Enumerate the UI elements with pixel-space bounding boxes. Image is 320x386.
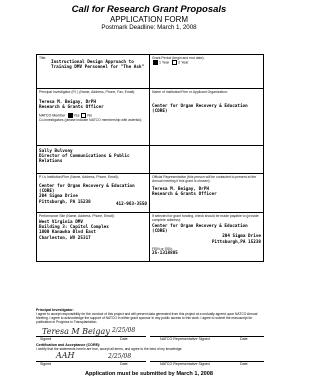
cert-natco-rep-label: NATCO Representative Signed (160, 362, 210, 366)
two-year-label: 2 Year (178, 60, 189, 65)
pi-value[interactable]: Teresa M. Beigay, DrPH Research & Grants… (39, 100, 147, 110)
title-value[interactable]: Instructional Design Approach to Trainin… (39, 60, 147, 70)
official-rep-value[interactable]: Teresa M. Beigay, DrPH Research & Grants… (152, 187, 261, 197)
application-form: Title: Instructional Design Approach to … (36, 54, 264, 262)
institution-cell: Name of Institution/Firm or Applicant Or… (150, 89, 263, 145)
cert-natco-date-label: Date (240, 362, 248, 366)
pi-signature-line (36, 336, 146, 337)
pi-signed-label: Signed (40, 337, 52, 341)
pi-label: Principal Investigator (P.I.) (Name, Add… (39, 90, 136, 94)
form-header: Call for Research Grant Proposals APPLIC… (0, 4, 298, 32)
fiscal-cell: P.I.'s Institution/Firm (Name, Address, … (37, 174, 150, 212)
natco-date-label: Date (240, 337, 248, 341)
funding-address[interactable]: 204 Sigma Drive Pittsburgh,PA 15238 (152, 234, 261, 244)
coinvestigators-cell: Sally Bulvony Director of Communications… (37, 146, 150, 173)
one-year-label: 1 Year (159, 60, 170, 65)
pi-cell: Principal Investigator (P.I.) (Name, Add… (37, 89, 150, 145)
fein-value[interactable]: 25-1318885 (152, 251, 261, 256)
submission-footer: Application must be submitted by March 1… (84, 371, 214, 377)
coinvestigators-row: Sally Bulvony Director of Communications… (37, 146, 263, 174)
natco-member-label: NATCO Member (39, 113, 66, 118)
pi-date-label: Date (120, 337, 128, 341)
natco-yes-label: Yes (73, 113, 80, 118)
certification: Certification and Acceptance (CORE): I c… (36, 343, 264, 351)
institution-label: Name of Institution/Firm or Applicant Or… (152, 90, 228, 94)
form-title: Call for Research Grant Proposals (71, 4, 227, 15)
cert-signature-line (36, 361, 146, 362)
performance-cell: Performance Site (Name, Address, Phone, … (37, 213, 150, 261)
natco-no-label: No (87, 113, 92, 118)
pi-statement: Principal Investigator: I agree to accep… (36, 308, 264, 324)
pi-signature-date: 2/25/08 (112, 327, 136, 334)
grant-period-cell: Grant Period (begin and end date): 1 Yea… (150, 55, 263, 88)
official-rep-cell: Official Representative (this person wil… (150, 174, 263, 212)
pi-row: Principal Investigator (P.I.) (Name, Add… (37, 89, 263, 146)
blank-cell (150, 146, 263, 173)
fiscal-row: P.I.'s Institution/Firm (Name, Address, … (37, 174, 263, 213)
title-row: Title: Instructional Design Approach to … (37, 55, 263, 89)
cert-signature: AAH (56, 351, 75, 360)
performance-row: Performance Site (Name, Address, Phone, … (37, 213, 263, 261)
funding-label: If selected for grant funding, check sho… (152, 214, 259, 222)
funding-cell: If selected for grant funding, check sho… (150, 213, 263, 261)
funding-value[interactable]: Center for Organ Recovery & Education (C… (152, 224, 261, 234)
cert-date-label: Date (120, 362, 128, 366)
title-cell: Title: Instructional Design Approach to … (37, 55, 150, 88)
performance-value[interactable]: West Virginia DMV Building 3: Capitol Co… (39, 220, 147, 241)
institution-value[interactable]: Center for Organ Recovery & Education (C… (152, 104, 261, 114)
pi-statement-text: I agree to accept responsibility for the… (36, 312, 258, 325)
coinvestigators-label: Co-investigators (please indicate NATCO … (39, 118, 143, 123)
application-page: Call for Research Grant Proposals APPLIC… (0, 0, 298, 386)
form-subtitle: APPLICATION FORM (109, 15, 189, 24)
official-rep-label: Official Representative (this person wil… (152, 175, 257, 183)
natco-rep-signed-label: NATCO Representative Signed (160, 337, 210, 341)
cert-signed-label: Signed (40, 362, 52, 366)
one-year-checkbox[interactable] (153, 60, 158, 65)
two-year-checkbox[interactable] (172, 60, 178, 65)
pi-signature: Teresa M Beigay (42, 327, 110, 336)
coinvestigators-value[interactable]: Sally Bulvony Director of Communications… (39, 149, 147, 165)
performance-label: Performance Site (Name, Address, Phone, … (39, 214, 115, 218)
cert-signature-date: 2/25/08 (108, 353, 132, 360)
fiscal-label: P.I.'s Institution/Firm (Name, Address, … (39, 175, 119, 179)
postmark-deadline: Postmark Deadline: March 1, 2008 (101, 24, 197, 31)
